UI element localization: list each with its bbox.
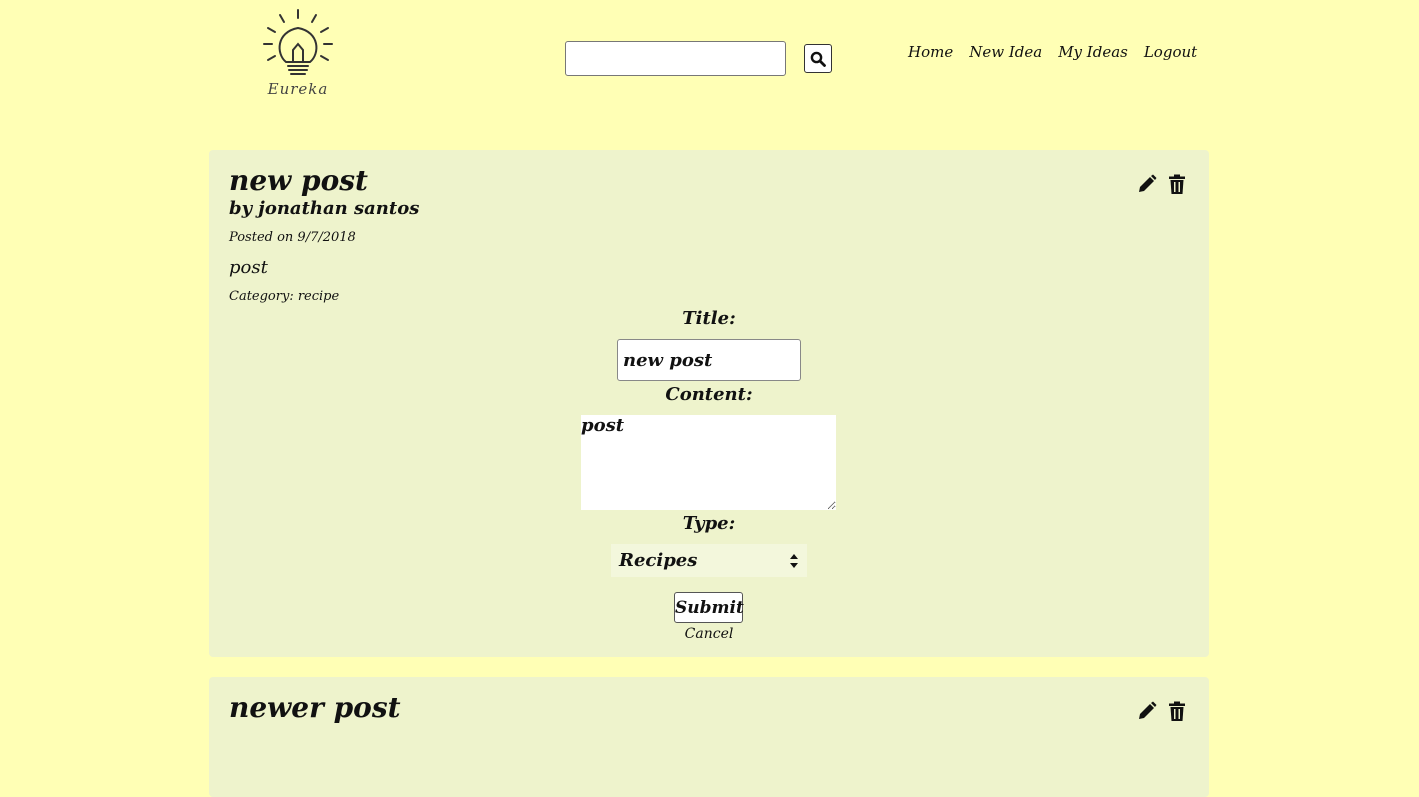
post-date: Posted on 9/7/2018: [229, 230, 356, 245]
site-header: Eureka Home New Idea My Ideas Logout: [0, 0, 1419, 130]
post-actions: [1137, 174, 1187, 194]
pencil-icon[interactable]: [1137, 701, 1157, 721]
logo-text: Eureka: [267, 80, 329, 98]
post-actions: [1137, 701, 1187, 721]
content-textarea[interactable]: post: [581, 415, 836, 510]
nav-new-idea[interactable]: New Idea: [969, 43, 1042, 61]
post-content: post: [229, 257, 268, 278]
search-input[interactable]: [565, 41, 786, 76]
search-button[interactable]: [804, 44, 832, 73]
post-author: by jonathan santos: [229, 198, 420, 219]
post-title: new post: [229, 164, 368, 197]
lightbulb-icon: [263, 9, 333, 75]
select-arrows-icon: [790, 553, 798, 568]
type-select[interactable]: Recipes: [611, 544, 807, 577]
type-label: Type:: [682, 513, 736, 534]
post-title: newer post: [229, 691, 401, 724]
submit-button[interactable]: Submit: [674, 592, 744, 623]
pencil-icon[interactable]: [1137, 174, 1157, 194]
post-card: newer post: [209, 677, 1209, 797]
post-category: Category: recipe: [229, 289, 340, 304]
nav-logout[interactable]: Logout: [1144, 43, 1197, 61]
trash-icon[interactable]: [1167, 701, 1187, 721]
nav-home[interactable]: Home: [908, 43, 953, 61]
trash-icon[interactable]: [1167, 174, 1187, 194]
nav-my-ideas[interactable]: My Ideas: [1058, 43, 1128, 61]
logo[interactable]: Eureka: [258, 6, 338, 102]
title-input[interactable]: [617, 339, 801, 381]
search-icon: [810, 51, 826, 67]
type-select-value: Recipes: [619, 550, 698, 571]
cancel-link[interactable]: Cancel: [209, 626, 1209, 642]
title-label: Title:: [682, 308, 736, 329]
main-nav: Home New Idea My Ideas Logout: [908, 43, 1197, 61]
post-card: new post by jonathan santos Posted on 9/…: [209, 150, 1209, 657]
content-label: Content:: [665, 384, 753, 405]
